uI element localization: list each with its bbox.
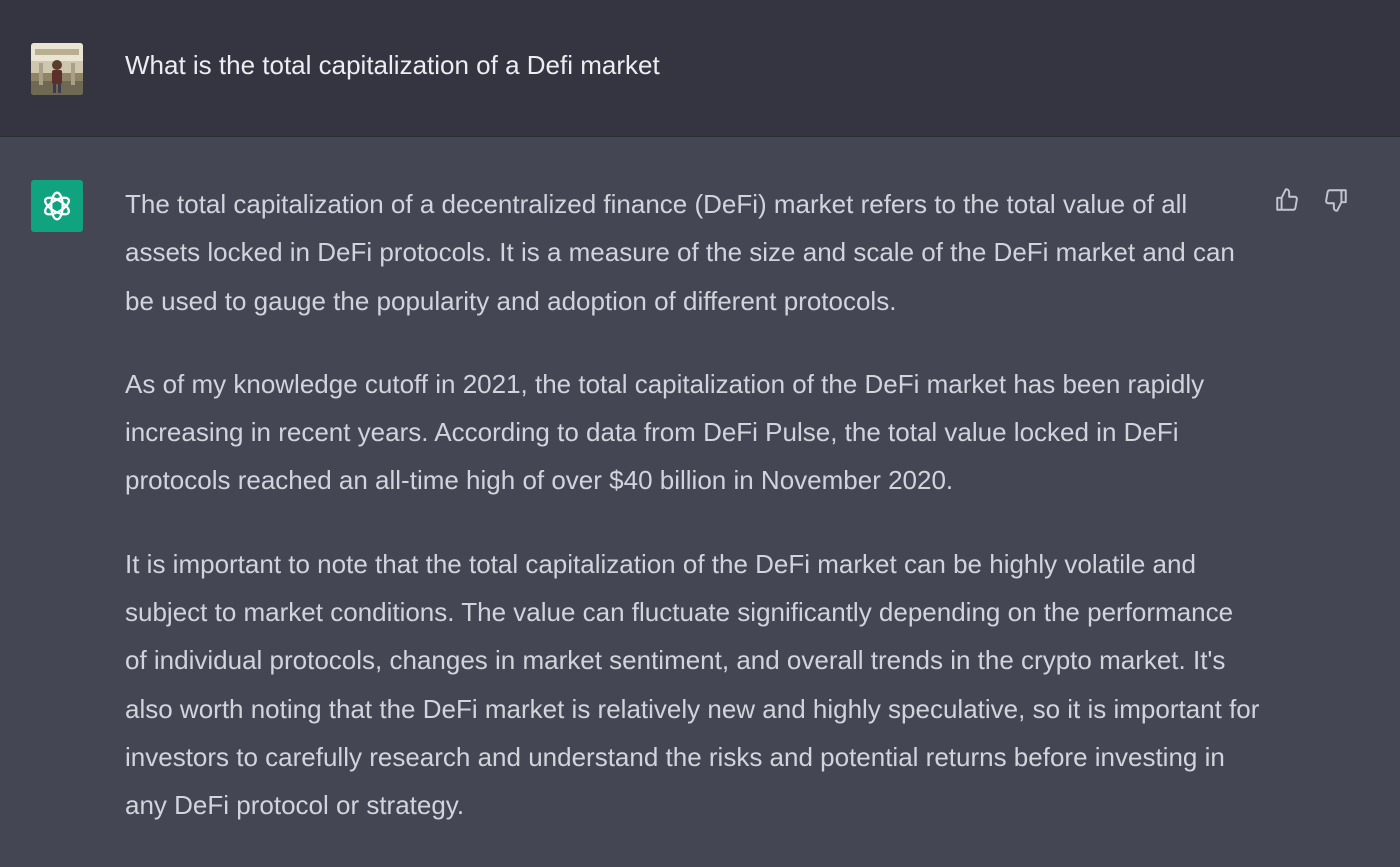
assistant-message-row: The total capitalization of a decentrali… [0, 137, 1400, 867]
assistant-avatar [31, 180, 83, 232]
user-avatar [31, 43, 83, 95]
answer-paragraph: It is important to note that the total c… [125, 548, 1260, 821]
openai-logo-icon [43, 191, 71, 221]
user-message-row: What is the total capitalization of a De… [0, 0, 1400, 137]
thumbs-up-button[interactable] [1272, 185, 1302, 215]
user-avatar-photo [31, 43, 83, 95]
assistant-message-text: The total capitalization of a decentrali… [125, 180, 1260, 865]
answer-paragraph: As of my knowledge cutoff in 2021, the t… [125, 368, 1205, 496]
user-message-text: What is the total capitalization of a De… [125, 50, 660, 80]
chat-thread: What is the total capitalization of a De… [0, 0, 1400, 867]
thumbs-down-button[interactable] [1321, 185, 1351, 215]
thumbs-down-icon [1325, 189, 1347, 212]
answer-paragraph: The total capitalization of a decentrali… [125, 189, 1235, 316]
thumbs-up-icon [1276, 188, 1298, 211]
